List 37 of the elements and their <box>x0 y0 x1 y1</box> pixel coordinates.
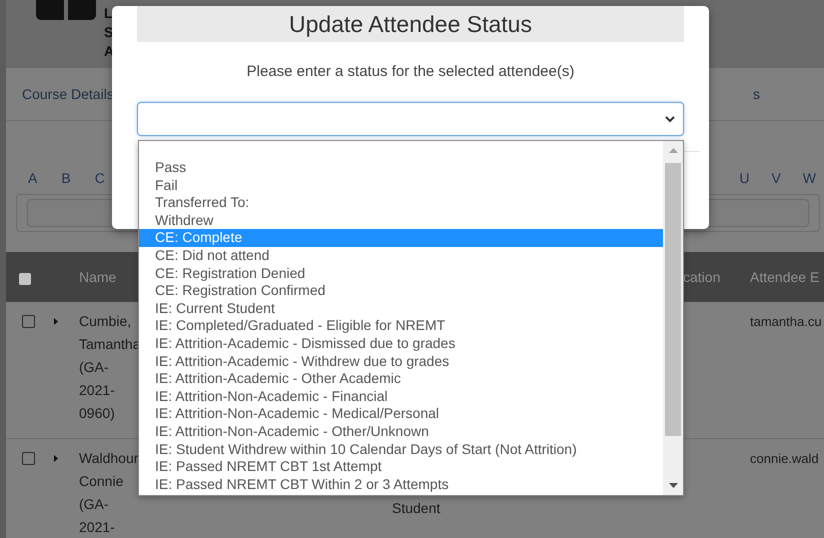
scrollbar[interactable] <box>663 141 683 495</box>
dropdown-option[interactable]: IE: Completed/Graduated - Eligible for NREMT <box>139 317 663 335</box>
scroll-down-icon[interactable] <box>669 483 678 488</box>
dropdown-option[interactable]: Transferred To: <box>139 194 663 212</box>
dropdown-option[interactable]: Withdrew <box>139 212 663 230</box>
dropdown-option[interactable]: Pass <box>139 159 663 177</box>
dropdown-option[interactable]: IE: Attrition-Non-Academic - Financial <box>139 388 663 406</box>
dropdown-option[interactable]: IE: Attrition-Academic - Dismissed due to grades <box>139 334 663 353</box>
dropdown-option[interactable]: IE: Attrition-Academic - Withdrew due to grades <box>139 352 663 370</box>
attendee-name: Waldhour Connie (GA-2021- <box>79 449 140 537</box>
status-select[interactable] <box>137 102 684 136</box>
attendee-email: connie.wald <box>750 451 819 466</box>
expand-caret-icon[interactable] <box>54 455 58 462</box>
scrollbar-thumb[interactable] <box>665 163 681 436</box>
dropdown-option[interactable]: Fail <box>139 176 663 194</box>
modal-prompt: Please enter a status for the selected attendee(s) <box>246 62 576 82</box>
scroll-up-icon[interactable] <box>669 148 678 153</box>
dropdown-option[interactable]: IE: Attrition-Non-Academic - Other/Unknown <box>139 422 663 440</box>
header-letter: L <box>104 4 114 23</box>
dropdown-option[interactable]: IE: Passed NREMT CBT Within 2 or 3 Attempts <box>139 476 663 494</box>
dropdown-option[interactable]: CE: Did not attend <box>139 246 663 265</box>
expand-caret-icon[interactable] <box>54 318 58 325</box>
dropdown-option[interactable]: IE: Student Withdrew within 10 Calendar Days of Start (Not Attrition) <box>139 440 663 458</box>
dropdown-option[interactable]: CE: Registration Denied <box>139 264 663 282</box>
dropdown-option[interactable]: IE: Passed NREMT CBT 1st Attempt <box>139 458 663 476</box>
modal-title: Update Attendee Status <box>137 6 684 42</box>
dropdown-option[interactable]: CE: Registration Confirmed <box>139 282 663 300</box>
dropdown-option[interactable]: IE: Current Student <box>139 300 663 318</box>
book-icon <box>36 0 96 20</box>
attendee-email: tamantha.cu <box>750 314 822 329</box>
dropdown-option[interactable]: IE: Attrition-Academic - Other Academic <box>139 370 663 388</box>
chevron-down-icon <box>665 116 675 122</box>
dropdown-option[interactable]: IE: Attrition-Non-Academic - Medical/Personal <box>139 405 663 423</box>
status-text: Student <box>392 499 440 518</box>
row-checkbox[interactable] <box>22 315 35 328</box>
row-checkbox[interactable] <box>22 452 35 465</box>
select-all-checkbox[interactable] <box>19 273 31 285</box>
